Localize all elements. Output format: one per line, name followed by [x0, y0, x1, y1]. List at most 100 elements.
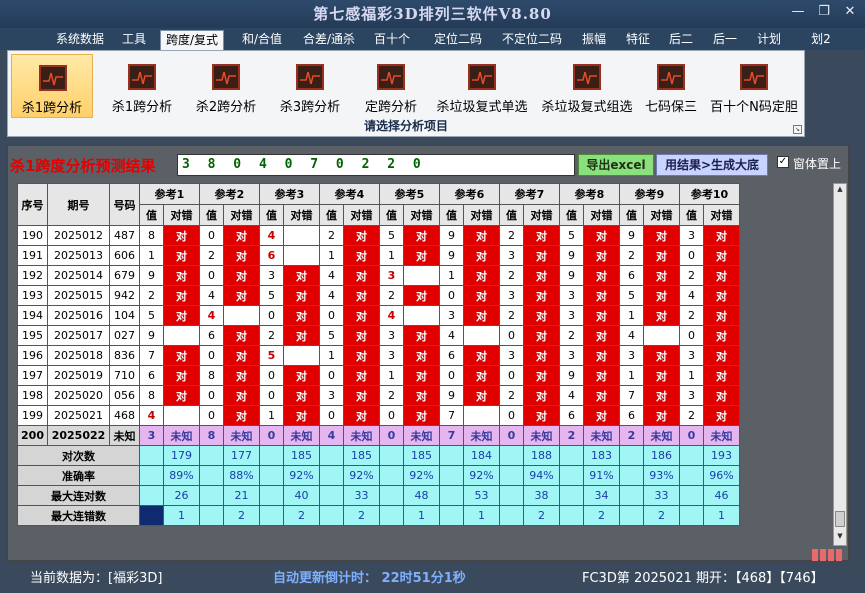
cell-hit: 对 — [343, 385, 380, 406]
cell-hit: 对 — [523, 265, 560, 286]
stat-blank — [439, 505, 464, 526]
menu-item[interactable]: 跨度/复式 — [160, 30, 224, 50]
cell-val: 5 — [139, 305, 164, 326]
ribbon-button-label: 杀1跨分析 — [111, 100, 173, 115]
menu-item[interactable]: 特征 — [620, 30, 656, 50]
stat-value: 34 — [583, 485, 620, 506]
ribbon-button[interactable]: 杀1跨分析 — [105, 54, 179, 118]
cell-val: 5 — [379, 225, 404, 246]
stat-blank — [139, 485, 164, 506]
cell-val: 5 — [619, 285, 644, 306]
table-row[interactable]: 195 2025017 027 9 6 对 2 对 5 对 3 对 4 0 对 2 对 4 0 对 — [17, 325, 740, 346]
cell-hit: 对 — [403, 285, 440, 306]
scroll-up-icon[interactable]: ▲ — [835, 185, 845, 193]
table-row[interactable]: 193 2025015 942 2 对 4 对 5 对 4 对 2 对 0 对 3 对 3 对 5 对 4 对 — [17, 285, 740, 306]
header-val: 值 — [499, 204, 524, 226]
stat-row: 最大连错数 1 2 2 2 1 1 2 2 2 1 — [17, 505, 740, 526]
cell-hit — [283, 345, 320, 366]
cell-hit: 对 — [523, 385, 560, 406]
header-ref: 参考7 — [499, 183, 560, 205]
table-row[interactable]: 190 2025012 487 8 对 0 对 4 2 对 5 对 9 对 2 对 5 对 9 对 3 对 — [17, 225, 740, 246]
cell-val: 4 — [319, 425, 344, 446]
scroll-down-icon[interactable]: ▼ — [835, 532, 845, 540]
cell-val: 3 — [319, 385, 344, 406]
chart-icon — [573, 64, 601, 90]
stat-blank — [679, 445, 704, 466]
header-val: 值 — [259, 204, 284, 226]
cell-code: 027 — [109, 325, 140, 346]
stat-value: 1 — [163, 505, 200, 526]
stat-value: 93% — [643, 465, 680, 486]
ribbon-button[interactable]: 杀3跨分析 — [272, 54, 348, 118]
ribbon-button[interactable]: 七码保三 — [640, 54, 702, 118]
ribbon-button[interactable]: 杀2跨分析 — [188, 54, 264, 118]
table-row[interactable]: 198 2025020 056 8 对 0 对 0 对 3 对 2 对 9 对 2 对 4 对 7 对 3 对 — [17, 385, 740, 406]
table-row[interactable]: 196 2025018 836 7 对 0 对 5 1 对 3 对 6 对 3 对 3 对 3 对 3 对 — [17, 345, 740, 366]
stat-value: 2 — [523, 505, 560, 526]
cell-hit: 对 — [223, 365, 260, 386]
result-field[interactable]: 3 8 0 4 0 7 0 2 2 0 — [177, 154, 575, 176]
stat-value: 96% — [703, 465, 740, 486]
header-hit: 对错 — [403, 204, 440, 226]
menu-item[interactable]: 定位二码 — [428, 30, 488, 50]
ribbon-button[interactable]: 杀垃圾复式单选 — [430, 54, 534, 118]
menu-item[interactable]: 系统数据 — [52, 30, 108, 50]
cell-val: 0 — [379, 405, 404, 426]
cell-val: 3 — [379, 325, 404, 346]
cell-val: 6 — [559, 405, 584, 426]
menu-item[interactable]: 不定位二码 — [496, 30, 568, 50]
cell-val: 1 — [379, 245, 404, 266]
cell-hit: 对 — [523, 325, 560, 346]
menu-item[interactable]: 振幅 — [576, 30, 612, 50]
stat-blank — [679, 485, 704, 506]
scroll-thumb[interactable] — [835, 511, 845, 527]
cell-val: 5 — [259, 285, 284, 306]
ribbon-button[interactable]: 百十个N码定胆 — [706, 54, 802, 118]
header-val: 值 — [379, 204, 404, 226]
menu-item[interactable]: 和/合值 — [236, 30, 288, 50]
cell-hit: 对 — [463, 245, 500, 266]
ribbon-button[interactable]: 杀垃圾复式组选 — [536, 54, 638, 118]
menu-item[interactable]: 百十个 — [372, 30, 412, 50]
ribbon-button[interactable]: 定跨分析 — [358, 54, 424, 118]
cell-period: 2025012 — [47, 225, 110, 246]
cell-hit: 对 — [343, 365, 380, 386]
pin-window-checkbox[interactable]: ✓ — [777, 156, 789, 168]
menu-item[interactable]: 划2 — [808, 30, 834, 50]
cell-hit: 对 — [163, 385, 200, 406]
cell-hit: 对 — [283, 305, 320, 326]
menu-item[interactable]: 工具 — [118, 30, 150, 50]
stat-value: 179 — [163, 445, 200, 466]
cell-hit: 对 — [703, 345, 740, 366]
table-row[interactable]: 192 2025014 679 9 对 0 对 3 对 4 对 3 1 对 2 对 9 对 6 对 2 对 — [17, 265, 740, 286]
next-period-row[interactable]: 200 2025022 未知 3 未知 8 未知 0 未知 4 未知 0 未知 7 未知 0 未知 2 未知 2 未知 0… — [17, 425, 740, 446]
table-row[interactable]: 199 2025021 468 4 0 对 1 对 0 对 0 对 7 0 对 6 对 6 对 2 对 — [17, 405, 740, 426]
table-row[interactable]: 194 2025016 104 5 对 4 0 对 0 对 4 3 对 2 对 3 对 1 对 2 对 — [17, 305, 740, 326]
cell-hit — [283, 245, 320, 266]
vertical-scrollbar[interactable]: ▲ ▼ — [833, 183, 847, 546]
cell-hit: 未知 — [463, 425, 500, 446]
cell-val: 4 — [199, 305, 224, 326]
cell-seq: 191 — [17, 245, 48, 266]
table-row[interactable]: 197 2025019 710 6 对 8 对 0 对 0 对 1 对 0 对 0 对 9 对 1 对 1 对 — [17, 365, 740, 386]
menu-item[interactable]: 后一 — [706, 30, 744, 50]
stat-value: 33 — [643, 485, 680, 506]
cell-hit: 对 — [643, 345, 680, 366]
menu-item[interactable]: 计划 — [752, 30, 786, 50]
menu-item[interactable]: 合差/通杀 — [296, 30, 362, 50]
restore-button[interactable]: ❐ — [812, 4, 836, 19]
stat-blank — [499, 485, 524, 506]
cell-hit: 对 — [223, 225, 260, 246]
generate-base-button[interactable]: 用结果>生成大底 — [656, 154, 768, 176]
close-button[interactable]: ✕ — [838, 4, 862, 19]
menu-item[interactable]: 后二 — [664, 30, 698, 50]
ribbon-expand-icon[interactable]: ↘ — [793, 125, 802, 134]
table-row[interactable]: 191 2025013 606 1 对 2 对 6 1 对 1 对 9 对 3 对 9 对 2 对 0 对 — [17, 245, 740, 266]
stat-blank — [319, 505, 344, 526]
cell-val: 7 — [439, 405, 464, 426]
minimize-button[interactable]: — — [786, 4, 810, 19]
export-excel-button[interactable]: 导出excel — [578, 154, 654, 176]
ribbon-button[interactable]: 杀1跨分析 — [11, 54, 93, 118]
cell-val: 0 — [679, 245, 704, 266]
cell-hit — [223, 305, 260, 326]
